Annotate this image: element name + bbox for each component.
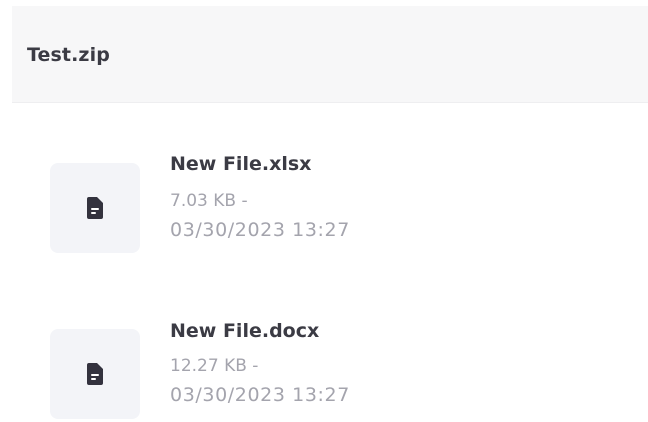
- document-icon: [87, 363, 103, 385]
- file-modified-date: 03/30/2023 13:27: [170, 384, 350, 406]
- file-modified-date: 03/30/2023 13:27: [170, 219, 350, 241]
- file-thumbnail[interactable]: [50, 329, 140, 419]
- file-list-item[interactable]: New File.docx 12.27 KB - 03/30/2023 13:2…: [0, 312, 648, 422]
- file-list: New File.xlsx 7.03 KB - 03/30/2023 13:27…: [0, 0, 648, 419]
- file-thumbnail[interactable]: [50, 163, 140, 253]
- file-name[interactable]: New File.docx: [170, 320, 319, 342]
- file-size: 7.03 KB -: [170, 191, 248, 211]
- file-size: 12.27 KB -: [170, 356, 259, 376]
- document-icon: [87, 197, 103, 219]
- file-name[interactable]: New File.xlsx: [170, 153, 311, 175]
- file-list-item[interactable]: New File.xlsx 7.03 KB - 03/30/2023 13:27: [0, 145, 648, 255]
